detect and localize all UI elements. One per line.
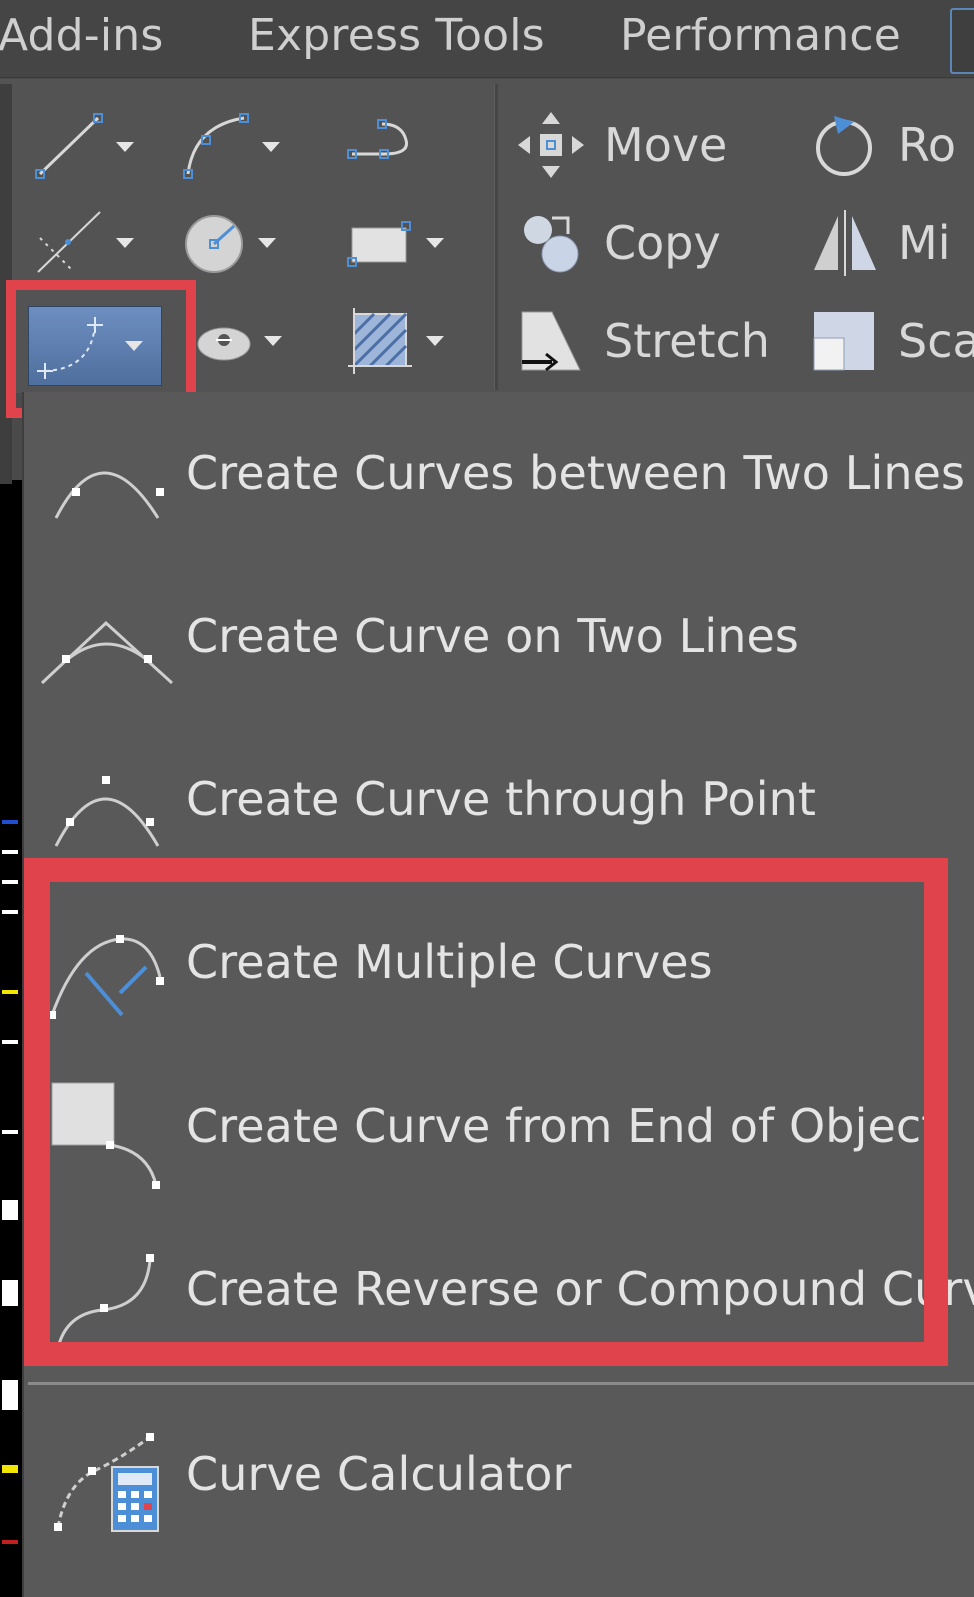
- drawing-mark: [2, 910, 18, 914]
- menu-items-highlight: [24, 858, 948, 1366]
- panel-divider: [494, 84, 498, 390]
- curve-through-point-icon: [54, 776, 160, 847]
- drawing-mark: [2, 1465, 18, 1473]
- polyline-icon: [347, 119, 409, 159]
- point-style-icon: [197, 327, 251, 361]
- chevron-down-icon[interactable]: [426, 238, 444, 248]
- chevron-down-icon[interactable]: [116, 142, 134, 152]
- ribbon-tab-bar: Add-ins Express Tools Performance: [0, 0, 974, 78]
- rotate-button[interactable]: Ro: [810, 110, 956, 180]
- menu-item-curve-calculator[interactable]: Curve Calculator: [24, 1394, 974, 1554]
- drawing-mark: [2, 1200, 18, 1220]
- menu-item-label: Curve Calculator: [186, 1447, 572, 1501]
- rectangle-icon: [347, 221, 411, 267]
- copy-button[interactable]: Copy: [516, 208, 721, 278]
- move-icon: [518, 112, 584, 178]
- mirror-icon: [814, 210, 876, 276]
- copy-label: Copy: [604, 216, 721, 270]
- mirror-button[interactable]: Mi: [810, 208, 950, 278]
- chevron-down-icon[interactable]: [258, 238, 276, 248]
- scale-button[interactable]: Sca: [810, 306, 974, 376]
- drawing-area-edge: [0, 480, 22, 1597]
- curve-between-lines-icon: [54, 471, 164, 519]
- drawing-mark: [2, 820, 18, 824]
- menu-item-label: Create Curve through Point: [186, 772, 816, 826]
- menu-item-curve-through-point[interactable]: Create Curve through Point: [24, 719, 974, 879]
- polyline-tool-button[interactable]: [344, 112, 416, 182]
- menu-separator: [28, 1382, 974, 1385]
- menu-item-label: Create Curves between Two Lines: [186, 446, 966, 500]
- arc-tool-button[interactable]: [180, 112, 280, 182]
- tab-express-tools[interactable]: Express Tools: [248, 10, 545, 61]
- drawing-mark: [2, 850, 18, 854]
- chevron-down-icon[interactable]: [262, 142, 280, 152]
- point-style-tool-button[interactable]: [194, 306, 282, 376]
- rectangle-tool-button[interactable]: [344, 208, 444, 278]
- rotate-label: Ro: [898, 118, 957, 172]
- construction-line-icon: [37, 211, 101, 273]
- drawing-mark: [2, 1130, 18, 1134]
- stretch-icon: [521, 311, 581, 372]
- move-button[interactable]: Move: [516, 110, 727, 180]
- arc-icon: [183, 113, 249, 179]
- tab-next-partial[interactable]: [950, 8, 974, 74]
- construction-line-tool-button[interactable]: [34, 208, 134, 278]
- drawing-mark: [2, 1540, 18, 1544]
- stretch-button[interactable]: Stretch: [516, 306, 770, 376]
- drawing-mark: [2, 990, 18, 994]
- rotate-icon: [816, 116, 872, 176]
- menu-item-curve-on-two-lines[interactable]: Create Curve on Two Lines: [24, 556, 974, 716]
- menu-item-label: Create Curve on Two Lines: [186, 609, 799, 663]
- mirror-label: Mi: [898, 216, 951, 270]
- chevron-down-icon[interactable]: [116, 238, 134, 248]
- move-label: Move: [604, 118, 728, 172]
- tab-performance[interactable]: Performance: [620, 10, 901, 61]
- line-tool-button[interactable]: [34, 112, 134, 182]
- scale-icon: [813, 312, 874, 371]
- circle-icon: [185, 215, 243, 273]
- hatch-icon: [348, 308, 412, 374]
- menu-item-curves-between-two-lines[interactable]: Create Curves between Two Lines: [24, 393, 974, 553]
- circle-tool-button[interactable]: [182, 208, 276, 278]
- hatch-tool-button[interactable]: [344, 306, 444, 376]
- drawing-mark: [2, 1280, 18, 1306]
- drawing-mark: [2, 1380, 18, 1410]
- tab-add-ins[interactable]: Add-ins: [0, 10, 164, 61]
- drawing-mark: [2, 1040, 18, 1044]
- copy-icon: [524, 216, 579, 273]
- scale-label: Sca: [898, 314, 974, 368]
- curve-on-two-lines-icon: [40, 620, 174, 685]
- curve-calculator-icon: [54, 1433, 159, 1532]
- chevron-down-icon[interactable]: [264, 336, 282, 346]
- chevron-down-icon[interactable]: [426, 336, 444, 346]
- line-icon: [35, 113, 103, 179]
- drawing-mark: [2, 880, 18, 884]
- stretch-label: Stretch: [604, 314, 770, 368]
